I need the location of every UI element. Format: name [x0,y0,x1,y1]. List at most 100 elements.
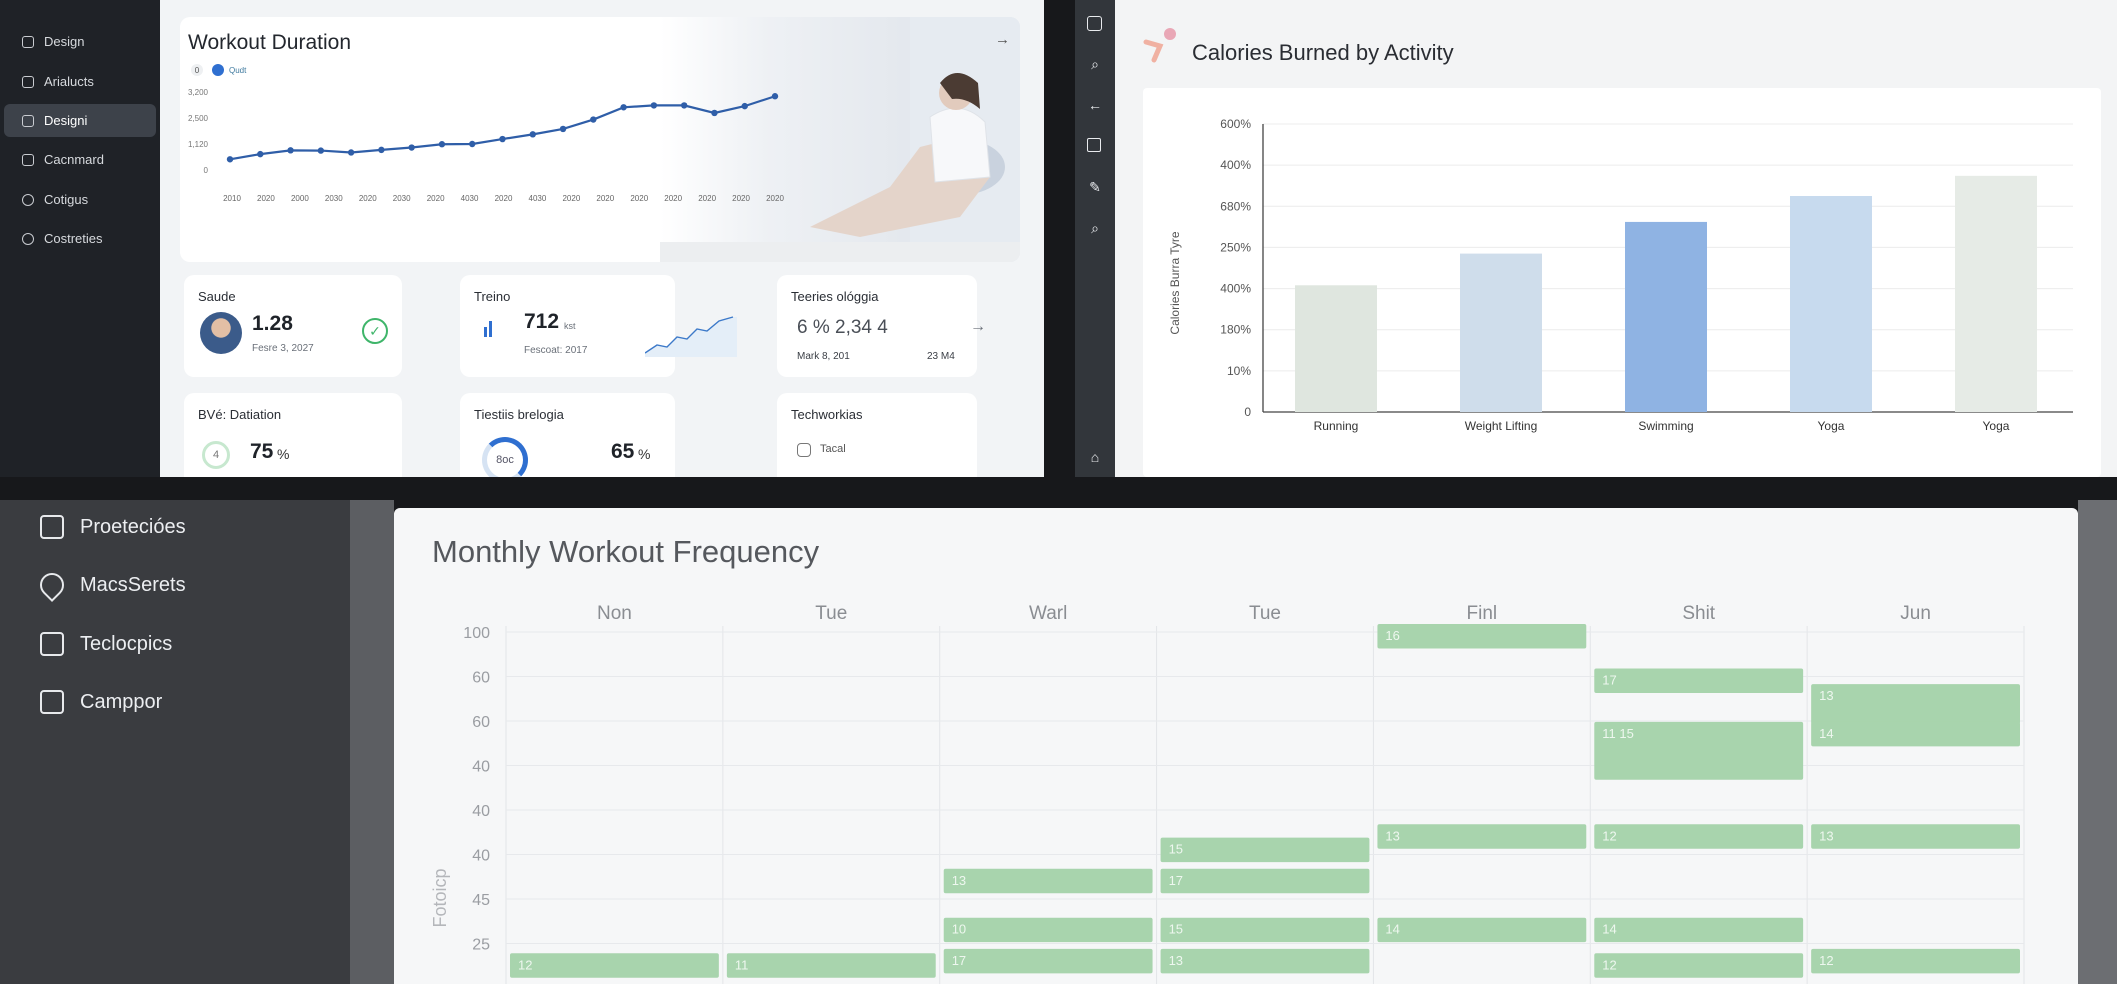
event-block [1160,837,1370,863]
row-label: 40 [472,803,490,820]
sidebar-item-cacnmard[interactable]: Cacnmard [4,143,156,176]
event-label: 11 [735,957,749,972]
chart-icon[interactable] [1087,16,1102,31]
sidebar-item-camppor[interactable]: Camppor [40,690,162,714]
sidebar-item-label: Designi [44,113,88,128]
sidebar-item-design[interactable]: Design [4,25,156,58]
sidebar-item-macssrets[interactable]: MacsSerets [35,568,186,602]
circle-icon [22,193,34,206]
x-tick-label: 2020 [495,194,513,203]
progress-ring: 8oc [482,437,528,477]
event-label: 12 [1602,957,1616,972]
row-label: 100 [463,625,490,642]
data-point [438,141,446,148]
bar [1790,196,1872,412]
y-tick-label: 0 [1244,405,1251,419]
frequency-panel: Non Tue Warl Tue Finl Shit Jun 100 60 60 40 40 40 45 2… [394,508,2078,984]
monitor-icon [40,690,64,714]
saude-card[interactable]: Saude 1.28 Fesre 3, 2027 ✓ [184,275,402,377]
event-label: 17 [1169,873,1183,888]
edit-icon[interactable]: ✎ [1087,179,1103,195]
event-label: 11 15 [1602,726,1634,741]
x-tick-label: 2020 [596,194,614,203]
x-tick-label: Swimming [1638,419,1693,433]
y-axis-label: Calories Burra Tyre [1168,231,1182,334]
techworkias-card[interactable]: Techworkias Tacal [777,393,977,477]
x-tick-label: 4030 [461,194,479,203]
sidebar-item-label: Design [44,34,85,49]
card-title: Saude [198,289,236,304]
row-label: 40 [472,759,490,776]
dashboard-main: Workout Duration → 0 Qudt 3,200 2,500 1,120 0… [160,0,1044,477]
x-tick-label: 2000 [291,194,309,203]
home-icon [22,75,34,88]
data-point [378,146,385,154]
x-tick-label: 2020 [562,194,580,203]
icon-rail: ⌕ ← ✎ ⌕ ⌂ [1075,0,1115,477]
bar [1955,175,2037,412]
sidebar-item-cotigus[interactable]: Cotigus [4,183,156,216]
legend-label: 0 [195,66,200,75]
event-label: 12 [1602,828,1616,843]
sidebar-item-arialucts[interactable]: Arialucts [4,65,156,98]
x-tick-label: Yoga [1818,419,1845,433]
grid-icon [40,515,64,539]
row-label: 60 [472,714,490,731]
column-header: Jun [1900,603,1931,624]
copy-icon[interactable] [1087,138,1101,152]
bve-value: 75 [250,440,274,463]
event-block [943,868,1153,894]
card-title: Treino [474,289,511,304]
data-point [317,147,325,154]
treino-unit: kst [564,321,576,331]
event-label: 13 [1819,688,1833,703]
bve-card[interactable]: BVé: Datiation 4 75 % [184,393,402,477]
search-icon[interactable]: ⌕ [1087,56,1103,72]
event-label: 16 [1385,628,1399,643]
x-tick-label: 2020 [664,194,682,203]
back-arrow-icon[interactable]: ← [1087,97,1103,113]
sidebar-item-designi[interactable]: Designi [4,104,156,137]
testis-card[interactable]: Tiestiis brelogia 8oc 65 % [460,393,675,477]
bar [1460,253,1542,412]
event-block [1377,624,1587,649]
event-label: 15 [1169,922,1183,937]
event-block [1160,948,1370,974]
y-tick-label: 1,120 [188,140,209,149]
event-label: 14 [1819,726,1833,741]
sidebar-item-label: MacsSerets [80,573,186,596]
event-label: 15 [1169,842,1183,857]
event-block [510,953,719,978]
event-block [1811,948,2020,974]
row-label: 60 [472,670,490,687]
data-point [226,156,234,163]
sidebar-item-proetecioes[interactable]: Proetecióes [40,515,186,539]
y-axis-label: Fotoicp [430,868,450,927]
x-tick-label: 2030 [325,194,343,203]
event-block [1377,824,1587,849]
data-point [257,150,264,158]
sidebar-item-label: Cotigus [44,192,89,207]
sidebar-item-label: Cacnmard [44,152,104,167]
sidebar-item-teclocpics[interactable]: Teclocpics [40,632,172,656]
power-icon [22,232,34,245]
row-label: 25 [472,937,490,954]
zoom-icon[interactable]: ⌕ [1087,220,1103,236]
card-title: Teeries ológgia [791,289,879,304]
column-header: Shit [1682,603,1715,624]
y-tick-label: 0 [204,166,209,175]
event-block [1594,917,1804,943]
event-block [1811,684,2020,725]
sidebar-item-costreties[interactable]: Costreties [4,222,156,255]
event-block [1594,668,1804,693]
location-pin-icon [35,568,69,602]
x-tick-label: 2020 [257,194,275,203]
data-point [711,109,718,117]
home-icon[interactable]: ⌂ [1087,449,1103,465]
data-point [408,144,415,151]
treino-card[interactable]: Treino 712 kst Fescoat: 2017 [460,275,737,377]
gear-icon [22,114,34,127]
teeries-card[interactable]: Teeries ológgia 6 % 2,34 4 → Mark 8, 201… [777,275,986,377]
legend-check-icon [212,64,224,76]
x-tick-label: 2020 [427,194,445,203]
